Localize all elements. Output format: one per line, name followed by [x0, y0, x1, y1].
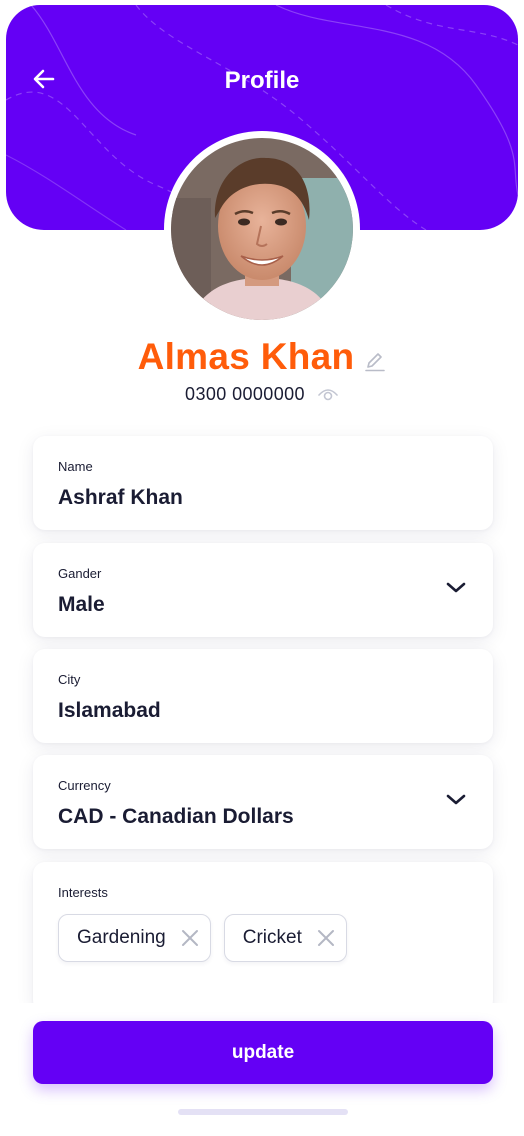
user-display-name: Almas Khan	[137, 336, 355, 377]
name-field-label: Name	[58, 459, 93, 474]
gender-select[interactable]: Gander Male	[33, 543, 493, 637]
avatar[interactable]	[164, 131, 360, 327]
interest-chip[interactable]: Cricket	[223, 914, 347, 962]
phone-number: 0300 0000000	[185, 383, 305, 404]
update-button[interactable]: update	[33, 1021, 493, 1084]
city-field[interactable]: City Islamabad	[33, 649, 493, 743]
bottom-action-bar: update	[0, 1003, 524, 1136]
interest-chips: Gardening Cricket	[58, 914, 347, 962]
currency-select-label: Currency	[58, 778, 111, 793]
currency-select[interactable]: Currency CAD - Canadian Dollars	[33, 755, 493, 849]
city-field-value[interactable]: Islamabad	[58, 699, 161, 723]
home-indicator	[178, 1109, 348, 1115]
pencil-icon[interactable]	[364, 350, 386, 372]
user-photo-illustration	[171, 138, 353, 320]
eye-icon[interactable]	[317, 383, 339, 405]
close-icon[interactable]	[180, 928, 200, 948]
currency-select-value: CAD - Canadian Dollars	[58, 805, 294, 828]
user-name-row: Almas Khan	[0, 336, 524, 378]
gender-select-value: Male	[58, 593, 105, 616]
name-field[interactable]: Name Ashraf Khan	[33, 436, 493, 530]
phone-row: 0300 0000000	[0, 383, 524, 405]
interest-chip-label: Cricket	[242, 927, 302, 948]
city-field-label: City	[58, 672, 81, 687]
gender-select-label: Gander	[58, 566, 102, 581]
chevron-down-icon[interactable]	[445, 581, 467, 595]
page-title: Profile	[224, 67, 300, 94]
interests-field: Interests Gardening Cricket	[33, 862, 493, 1012]
interest-chip[interactable]: Gardening	[58, 914, 211, 962]
avatar-photo	[171, 138, 353, 320]
interests-label: Interests	[58, 885, 108, 900]
interest-chip-label: Gardening	[77, 927, 166, 948]
profile-screen: Profile Almas Khan 0300 0000000 Name Ash…	[0, 0, 524, 1136]
close-icon[interactable]	[316, 928, 336, 948]
name-field-value[interactable]: Ashraf Khan	[58, 486, 183, 510]
chevron-down-icon[interactable]	[445, 793, 467, 807]
